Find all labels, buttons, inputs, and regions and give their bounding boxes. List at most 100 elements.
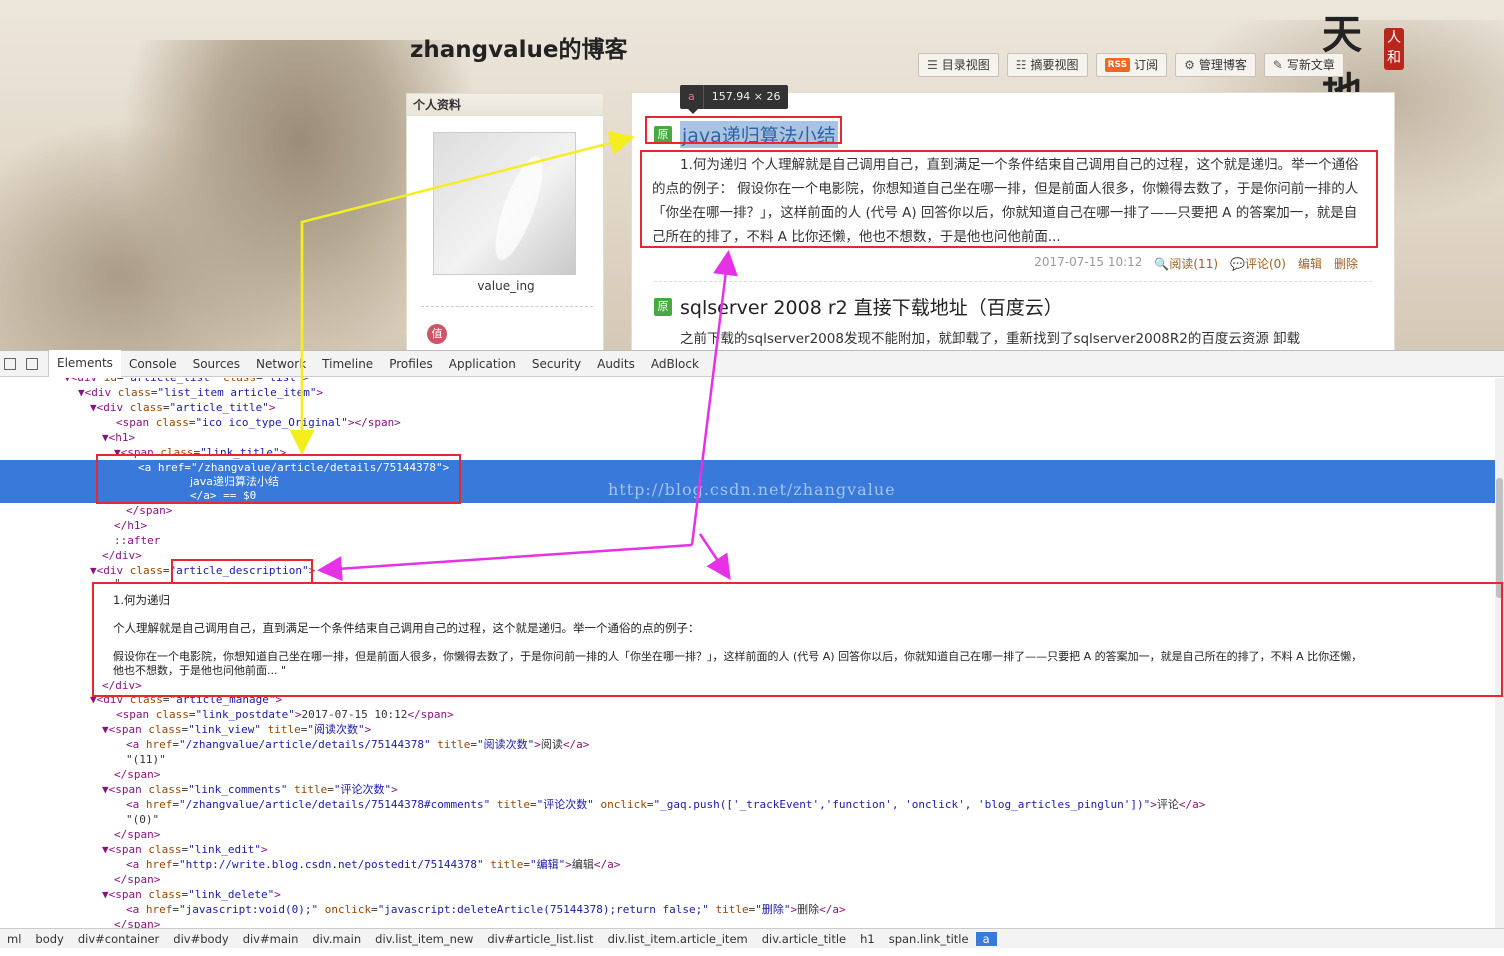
dom-line[interactable]: </span> xyxy=(126,503,172,518)
username[interactable]: value_ing xyxy=(407,279,605,293)
dom-line[interactable]: </div> xyxy=(102,548,142,563)
dom-line[interactable]: ▼<span class="link_delete"> xyxy=(102,887,281,902)
breadcrumb-item[interactable]: div.main xyxy=(305,932,368,946)
summary-view-button[interactable]: ☷ 摘要视图 xyxy=(1006,53,1088,77)
dom-line[interactable]: </h1> xyxy=(114,518,147,533)
edit-link[interactable]: 编辑 xyxy=(1298,255,1322,272)
tab-console[interactable]: Console xyxy=(121,351,185,377)
dom-breadcrumb: ml body div#container div#body div#main … xyxy=(0,928,1504,948)
dom-line[interactable]: " xyxy=(114,576,121,591)
dom-line[interactable]: ▼<div class="list_item article_item"> xyxy=(78,385,323,400)
breadcrumb-item[interactable]: div#body xyxy=(166,932,235,946)
elements-tree: ▼<div id="article_list" class="list"> ▼<… xyxy=(0,378,1495,928)
breadcrumb-item[interactable]: div#main xyxy=(236,932,306,946)
dom-line[interactable]: <a href="/zhangvalue/article/details/751… xyxy=(126,797,1205,812)
tab-security[interactable]: Security xyxy=(524,351,589,377)
write-article-label: 写新文章 xyxy=(1286,58,1335,72)
breadcrumb-item[interactable]: h1 xyxy=(853,932,882,946)
description-line-4: 他也不想数，于是他也问他前面... " xyxy=(113,664,287,677)
tab-sources[interactable]: Sources xyxy=(185,351,248,377)
dom-line[interactable]: "(0)" xyxy=(126,812,159,827)
breadcrumb-item[interactable]: span.link_title xyxy=(882,932,976,946)
tab-timeline[interactable]: Timeline xyxy=(314,351,381,377)
dom-line[interactable]: ▼<span class="link_view" title="阅读次数"> xyxy=(102,722,371,737)
article-title-link[interactable]: java递归算法小结 xyxy=(680,121,838,148)
tab-elements[interactable]: Elements xyxy=(49,349,121,378)
views-link[interactable]: 🔍阅读(11) xyxy=(1154,255,1218,272)
dom-line[interactable]: </span> xyxy=(114,827,160,842)
breadcrumb-item[interactable]: div#container xyxy=(71,932,166,946)
catalog-view-button[interactable]: ☰ 目录视图 xyxy=(918,53,999,77)
subscribe-button[interactable]: RSS 订阅 xyxy=(1095,53,1168,77)
dom-line[interactable]: ▼<span class="link_edit"> xyxy=(102,842,268,857)
summary-view-label: 摘要视图 xyxy=(1030,58,1079,72)
breadcrumb-item[interactable]: div.list_item.article_item xyxy=(601,932,755,946)
comments-link[interactable]: 💬评论(0) xyxy=(1230,255,1286,272)
dom-line-selected[interactable]: <a href="/zhangvalue/article/details/751… xyxy=(138,460,449,475)
manage-blog-button[interactable]: ⚙ 管理博客 xyxy=(1175,53,1256,77)
dom-line[interactable]: "(11)" xyxy=(126,752,166,767)
tab-adblock[interactable]: AdBlock xyxy=(643,351,707,377)
catalog-view-label: 目录视图 xyxy=(941,58,990,72)
dom-line[interactable]: ::after xyxy=(114,533,160,548)
dom-line[interactable]: </div> xyxy=(102,678,142,693)
breadcrumb-item[interactable]: div.article_title xyxy=(755,932,853,946)
subscribe-label: 订阅 xyxy=(1134,58,1159,72)
inspect-tooltip: a 157.94 × 26 xyxy=(680,85,789,114)
devtools-icons xyxy=(0,350,49,377)
scroll-thumb[interactable] xyxy=(1496,478,1503,598)
list-icon: ☰ xyxy=(927,58,938,72)
dock-icon[interactable] xyxy=(26,357,38,370)
blog-title[interactable]: zhangvalue的博客 xyxy=(410,30,628,64)
dom-line[interactable]: <a href="http://write.blog.csdn.net/post… xyxy=(126,857,620,872)
device-toggle-icon[interactable] xyxy=(4,357,16,370)
article-description: 1.何为递归 个人理解就是自己调用自己，直到满足一个条件结束自己调用自己的过程，… xyxy=(652,157,1359,245)
tab-application[interactable]: Application xyxy=(441,351,524,377)
article-manage: 2017-07-15 10:12 🔍阅读(11) 💬评论(0) 编辑 删除 xyxy=(1034,255,1358,272)
write-article-button[interactable]: ✎ 写新文章 xyxy=(1263,53,1344,77)
avatar[interactable] xyxy=(433,132,576,275)
views-label: 阅读(11) xyxy=(1169,257,1219,271)
article-title-link-2[interactable]: sqlserver 2008 r2 直接下载地址（百度云） xyxy=(680,293,1063,320)
dom-line[interactable]: <span class="ico ico_type_Original"></sp… xyxy=(116,415,401,430)
dom-line[interactable]: </span> xyxy=(114,917,160,928)
mountain-painting-left xyxy=(0,120,300,350)
dom-line[interactable]: ▼<div class="article_title"> xyxy=(90,400,275,415)
dom-line[interactable]: ▼<div class="article_description"> xyxy=(90,563,315,578)
article-title-row: 原 java递归算法小结 xyxy=(654,121,838,148)
dom-line[interactable]: <span class="link_postdate">2017-07-15 1… xyxy=(116,707,454,722)
breadcrumb-item[interactable]: ml xyxy=(0,932,28,946)
elements-scrollbar[interactable] xyxy=(1495,378,1504,928)
dom-line[interactable]: ▼<h1> xyxy=(102,430,135,445)
delete-link[interactable]: 删除 xyxy=(1334,255,1358,272)
tooltip-dimensions: 157.94 × 26 xyxy=(711,90,781,103)
manage-blog-label: 管理博客 xyxy=(1198,58,1247,72)
dom-line[interactable]: ▼<span class="link_title"> xyxy=(114,445,286,460)
red-seal: 人和 xyxy=(1384,28,1404,70)
dom-line[interactable]: <a href="/zhangvalue/article/details/751… xyxy=(126,737,589,752)
article-list: 原 java递归算法小结 1.何为递归 个人理解就是自己调用自己，直到满足一个条… xyxy=(631,92,1395,350)
tab-profiles[interactable]: Profiles xyxy=(381,351,441,377)
summary-icon: ☷ xyxy=(1015,58,1027,72)
tab-network[interactable]: Network xyxy=(248,351,314,377)
description-line-3: 假设你在一个电影院，你想知道自己坐在哪一排，但是前面人很多，你懒得去数了，于是你… xyxy=(113,650,1363,663)
post-date: 2017-07-15 10:12 xyxy=(1034,255,1143,269)
dom-line-selected-close[interactable]: </a> == $0 xyxy=(190,488,256,503)
breadcrumb-item[interactable]: div.list_item_new xyxy=(368,932,480,946)
dom-line[interactable]: </span> xyxy=(114,767,160,782)
dom-line-selected-text: java递归算法小结 xyxy=(190,475,280,488)
breadcrumb-item[interactable]: body xyxy=(28,932,70,946)
dom-line[interactable]: </span> xyxy=(114,872,160,887)
tab-audits[interactable]: Audits xyxy=(589,351,643,377)
tooltip-tag: a xyxy=(680,85,704,109)
sidebar-divider xyxy=(421,306,593,307)
breadcrumb-item[interactable]: div#article_list.list xyxy=(480,932,600,946)
dom-line[interactable]: ▼<div class="article_manage"> xyxy=(90,692,282,707)
dom-line[interactable]: <a href="javascript:void(0);" onclick="j… xyxy=(126,902,846,917)
breadcrumb-item-active[interactable]: a xyxy=(975,931,997,946)
dom-line[interactable]: ▼<span class="link_comments" title="评论次数… xyxy=(102,782,398,797)
original-badge-icon: 原 xyxy=(654,297,672,316)
profile-sidebar: 个人资料 value_ing 值 xyxy=(406,93,604,350)
original-badge-icon: 原 xyxy=(654,125,672,144)
dom-line[interactable]: ▼<div id="article_list" class="list"> xyxy=(64,378,309,385)
